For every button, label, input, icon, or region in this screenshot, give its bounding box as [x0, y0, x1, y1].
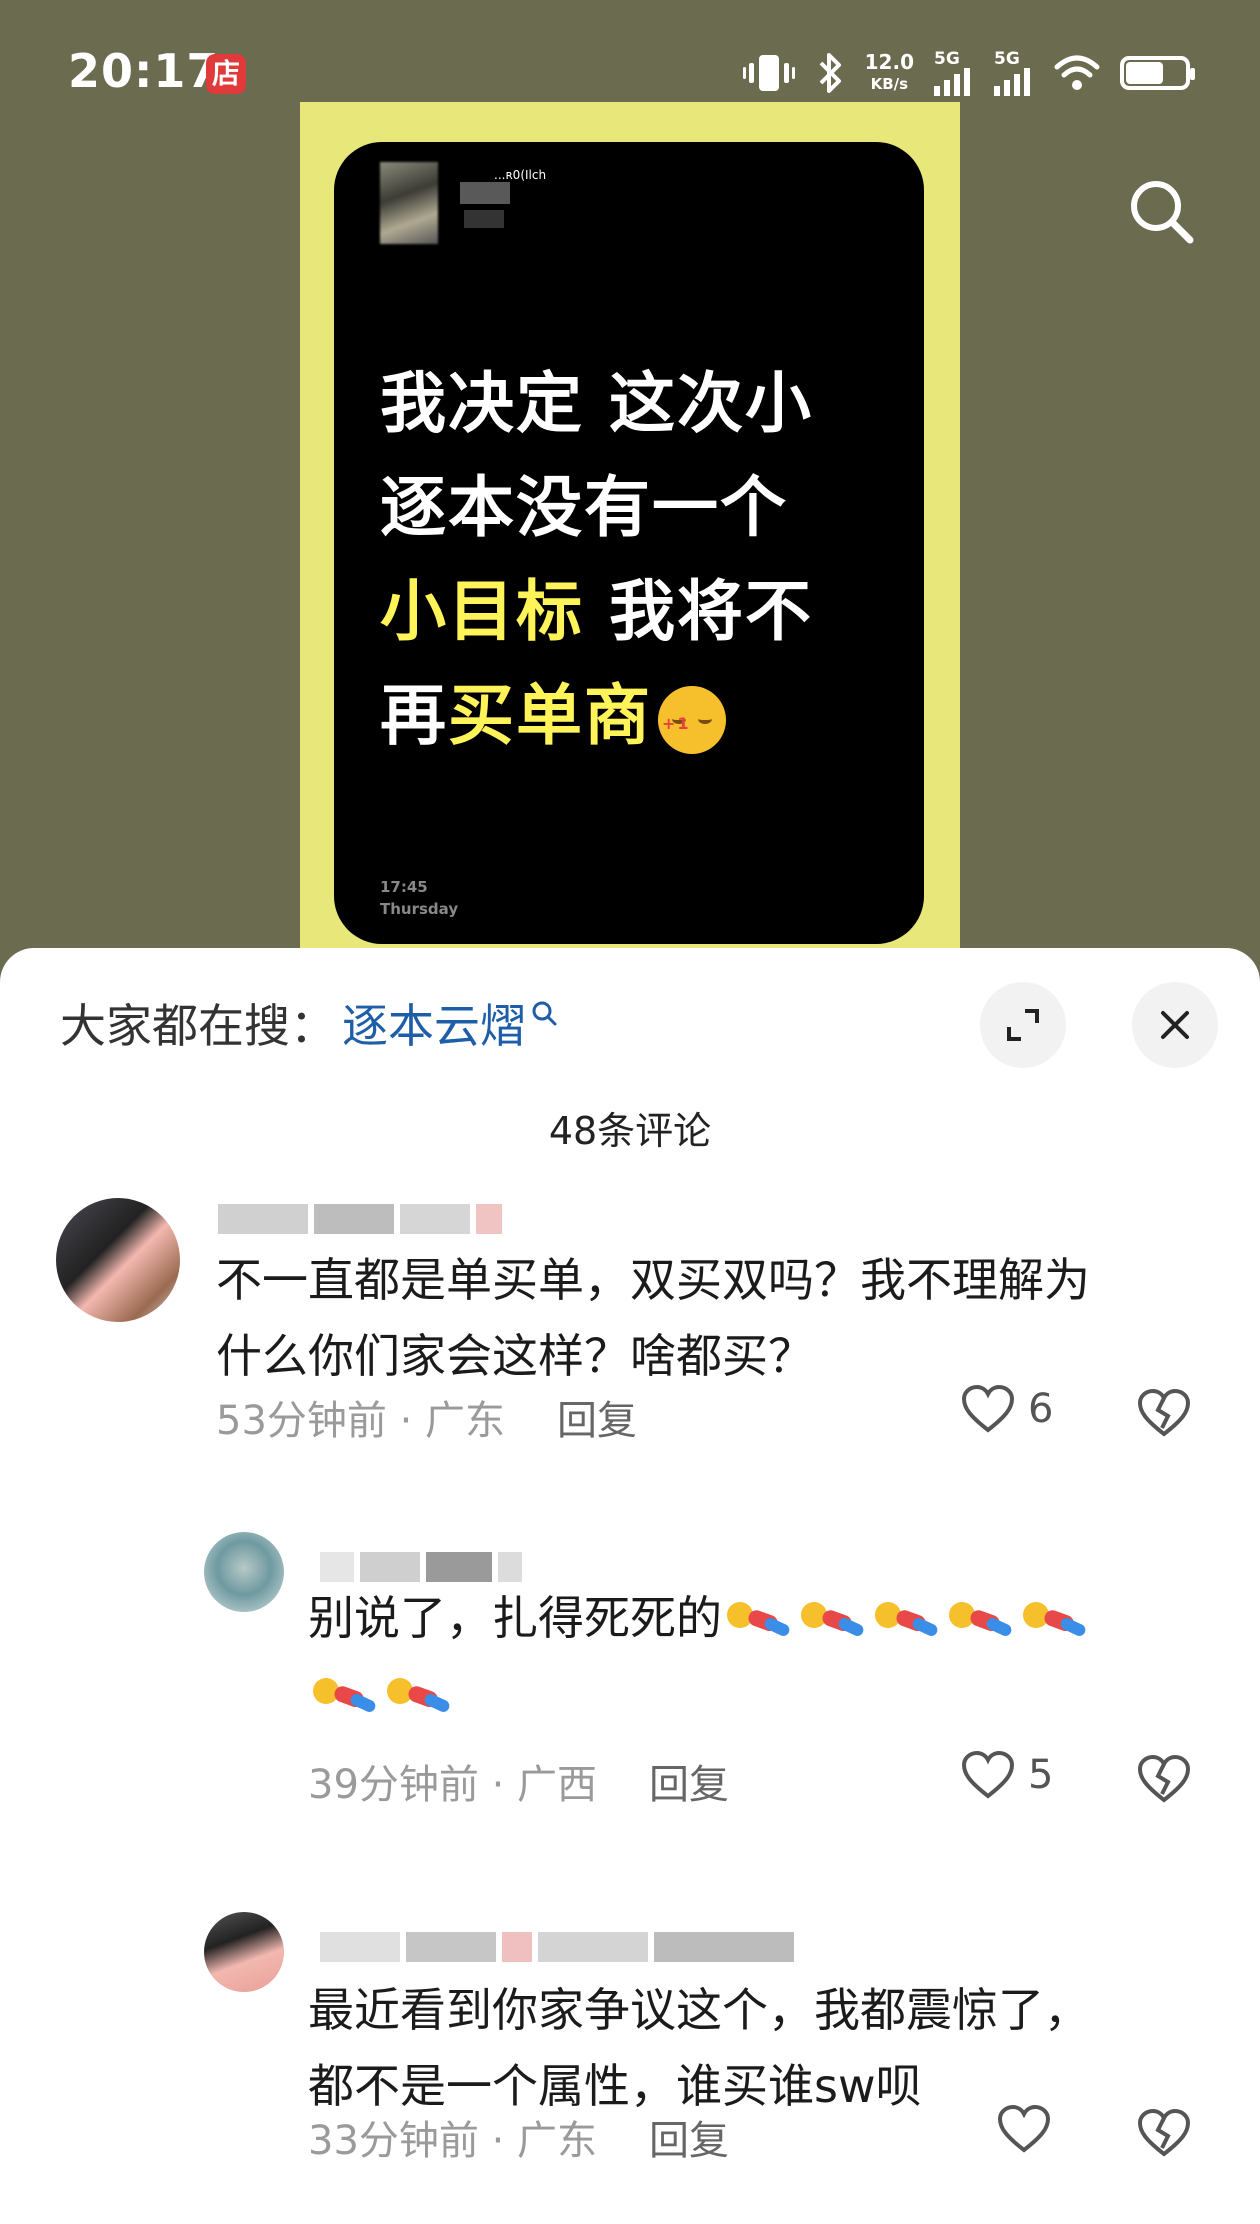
blurred-name — [464, 210, 504, 228]
lying-down-emoji-icon — [798, 1595, 870, 1649]
close-icon — [1161, 1011, 1189, 1039]
poster-line3-rest: 我将不 — [584, 573, 813, 650]
blurred-name — [460, 182, 510, 204]
poster-text: 我决定 这次小 逐本没有一个 小目标 我将不 再买单商 +1 — [380, 352, 900, 768]
close-button[interactable] — [1132, 982, 1218, 1068]
username-blurred[interactable] — [320, 1932, 800, 1966]
lying-down-emoji-icon — [384, 1671, 456, 1725]
reply-button[interactable]: 回复 — [649, 2118, 729, 2164]
net-speed-unit: KB/s — [870, 75, 909, 93]
poster-line1: 我决定 这次小 — [380, 365, 813, 442]
comment-meta: 33分钟前 · 广东 回复 — [308, 2108, 729, 2166]
like-button[interactable] — [996, 2104, 1064, 2154]
poster-line3: 小目标 我将不 — [380, 560, 900, 664]
avatar[interactable] — [204, 1532, 284, 1612]
screenshot-card: ...ʀ0(Ilch 我决定 这次小 逐本没有一个 小目标 我将不 再买单商 +1… — [334, 142, 924, 944]
poster-timestamp: 17:45 Thursday — [380, 876, 458, 920]
lying-down-emoji-icon — [310, 1671, 382, 1725]
comment-line — [308, 1656, 1092, 1732]
lying-down-emoji-icon — [946, 1595, 1018, 1649]
emoji-plus-one: +1 — [662, 713, 691, 733]
comment-meta: 53分钟前 · 广东 回复 — [216, 1388, 637, 1446]
heart-icon — [997, 2104, 1051, 2153]
expand-button[interactable] — [980, 982, 1066, 1068]
net-speed-value: 12.0 — [864, 50, 914, 74]
heart-icon — [961, 1750, 1015, 1799]
lying-down-emoji-icon — [1020, 1595, 1092, 1649]
expand-icon — [1007, 1009, 1039, 1041]
poster-line2: 逐本没有一个 — [380, 469, 788, 546]
like-button[interactable]: 6 — [960, 1384, 1053, 1434]
username-blurred[interactable] — [218, 1204, 508, 1238]
signal-tag: 5G — [994, 48, 1020, 69]
wifi-icon — [1054, 55, 1100, 90]
comment-line: 最近看到你家争议这个，我都震惊了， — [308, 1983, 1090, 2037]
avatar[interactable] — [204, 1912, 284, 1992]
broken-heart-icon[interactable] — [1136, 2108, 1192, 2158]
like-count: 5 — [1028, 1752, 1054, 1798]
signal-icon — [994, 67, 1030, 96]
poster-time: 17:45 — [380, 878, 428, 896]
broken-heart-icon[interactable] — [1136, 1754, 1192, 1804]
comment-time-location: 39分钟前 · 广西 — [308, 1762, 598, 1808]
shy-face-emoji-icon: +1 — [658, 685, 726, 754]
comment-time-location: 33分钟前 · 广东 — [308, 2118, 598, 2164]
comment-text: 别说了，扎得死死的 — [308, 1580, 1092, 1732]
comment-text: 不一直都是单买单，双买双吗？我不理解为 什么你们家会这样？啥都买？ — [216, 1242, 1090, 1394]
comment-sheet: 大家都在搜： 逐本云熠 48条评论 不一直都是单买单，双买双吗？我不理解为 什么… — [0, 948, 1260, 2224]
hot-search-term[interactable]: 逐本云熠 — [342, 990, 526, 1056]
net-speed: 12.0 KB/s — [865, 51, 914, 95]
lying-down-emoji-icon — [872, 1595, 944, 1649]
reply-button[interactable]: 回复 — [649, 1762, 729, 1808]
comment-line: 什么你们家会这样？啥都买？ — [216, 1329, 814, 1383]
poster-highlight: 小目标 — [380, 573, 584, 650]
bluetooth-icon — [819, 53, 841, 93]
status-icons: 12.0 KB/s 5G 5G — [742, 48, 1195, 98]
search-icon[interactable] — [1126, 176, 1196, 246]
hot-search-bar[interactable]: 大家都在搜： 逐本云熠 — [60, 990, 558, 1056]
lying-down-emoji-icon — [724, 1595, 796, 1649]
poster-line4-normal: 再 — [380, 677, 448, 754]
poster-handle: ...ʀ0(Ilch — [494, 168, 547, 182]
comment-line: 别说了，扎得死死的 — [308, 1580, 1092, 1656]
hot-search-label: 大家都在搜： — [60, 999, 336, 1053]
like-button[interactable]: 5 — [960, 1750, 1053, 1800]
signal-icon — [934, 67, 970, 96]
search-icon — [532, 1001, 557, 1026]
signal-5g-2: 5G — [994, 48, 1034, 96]
signal-5g-1: 5G — [934, 48, 974, 96]
poster-highlight: 买单商 — [448, 677, 652, 754]
battery-icon — [1120, 56, 1195, 90]
shop-badge-icon: 店 — [206, 54, 246, 94]
status-time: 20:17 — [68, 44, 220, 98]
comment-meta: 39分钟前 · 广西 回复 — [308, 1752, 729, 1810]
comment-text: 最近看到你家争议这个，我都震惊了， 都不是一个属性，谁买谁sw呗 — [308, 1972, 1090, 2124]
video-content[interactable]: ...ʀ0(Ilch 我决定 这次小 逐本没有一个 小目标 我将不 再买单商 +1… — [300, 102, 960, 972]
heart-icon — [961, 1384, 1015, 1433]
avatar[interactable] — [56, 1198, 180, 1322]
comment-time-location: 53分钟前 · 广东 — [216, 1398, 506, 1444]
blurred-avatar — [380, 162, 438, 244]
comment-line: 不一直都是单买单，双买双吗？我不理解为 — [216, 1253, 1090, 1307]
comment-count-title: 48条评论 — [548, 1109, 712, 1153]
broken-heart-icon[interactable] — [1136, 1388, 1192, 1438]
like-count: 6 — [1028, 1386, 1054, 1432]
poster-day: Thursday — [380, 900, 459, 918]
comment-text-content: 别说了，扎得死死的 — [308, 1591, 722, 1645]
vibrate-icon — [742, 55, 795, 91]
poster-line4: 再买单商 +1 — [380, 664, 900, 768]
signal-tag: 5G — [934, 48, 960, 69]
reply-button[interactable]: 回复 — [557, 1398, 637, 1444]
